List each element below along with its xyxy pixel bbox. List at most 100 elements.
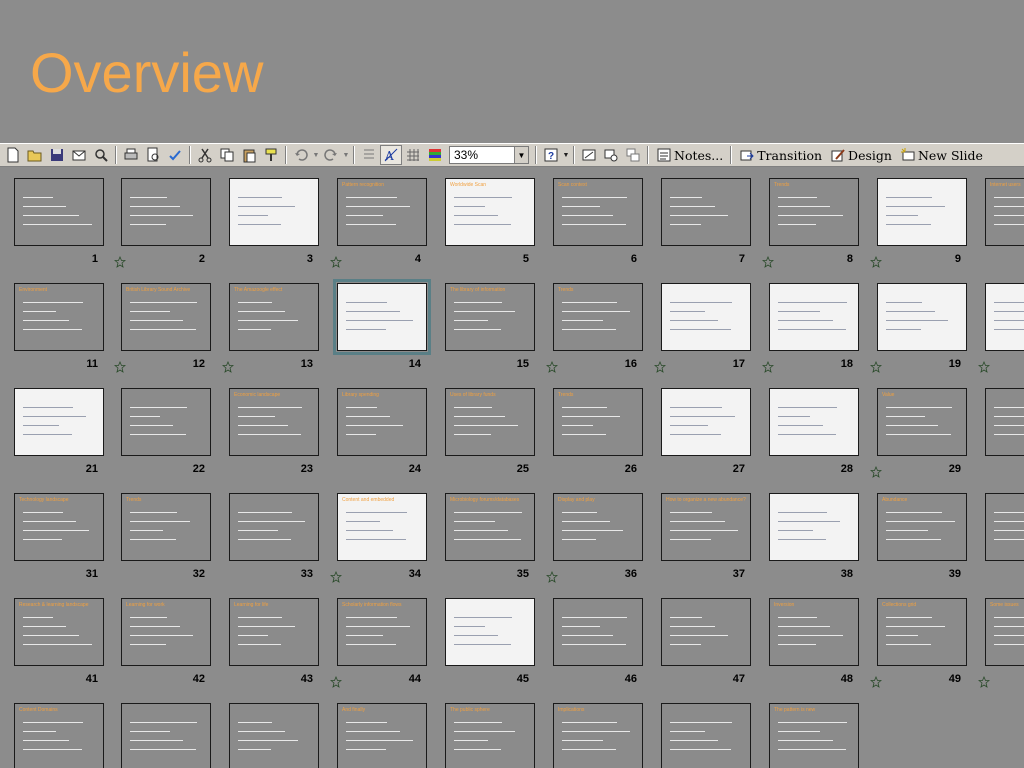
slide-thumbnail[interactable] [121, 703, 211, 768]
slide-thumbnail[interactable]: Trends [121, 493, 211, 561]
chevron-down-icon[interactable]: ▼ [514, 147, 528, 163]
slide-thumbnail[interactable]: Scholarly information flows [337, 598, 427, 666]
slide-thumbnail[interactable]: Technology landscape [14, 493, 104, 561]
slide-thumbnail[interactable] [661, 703, 751, 768]
slide-thumbnail[interactable]: Internet users [985, 178, 1024, 246]
transition-icon[interactable] [653, 360, 667, 373]
slide-thumbnail[interactable]: Trends [553, 388, 643, 456]
slide-thumbnail[interactable]: Inversion [769, 598, 859, 666]
slide-thumbnail[interactable]: Display and play [553, 493, 643, 561]
slide-thumbnail[interactable]: Library spending [337, 388, 427, 456]
slide-thumbnail[interactable]: Microbiology forums/databases [445, 493, 535, 561]
transition-icon[interactable] [113, 255, 127, 268]
slide-thumbnail[interactable]: Trends [553, 283, 643, 351]
open-folder-icon[interactable] [24, 145, 46, 165]
slide-thumbnail[interactable] [877, 178, 967, 246]
slide-thumbnail[interactable] [14, 178, 104, 246]
slide-thumbnail[interactable]: Abundance [877, 493, 967, 561]
zoom-select[interactable]: 33% ▼ [449, 146, 529, 164]
slide-thumbnail[interactable] [769, 493, 859, 561]
show-formatting-icon[interactable]: A [380, 145, 402, 165]
help-icon[interactable]: ? [540, 145, 562, 165]
transition-icon[interactable] [869, 360, 883, 373]
redo-dropdown-icon[interactable]: ▼ [342, 145, 350, 165]
slide-thumbnail[interactable]: The Amazoogle effect [229, 283, 319, 351]
slide-thumbnail[interactable]: Implications [553, 703, 643, 768]
summary-slide-icon[interactable] [622, 145, 644, 165]
transition-icon[interactable] [329, 675, 343, 688]
transition-icon[interactable] [869, 255, 883, 268]
transition-icon[interactable] [869, 465, 883, 478]
slide-thumbnail[interactable] [661, 283, 751, 351]
slide-thumbnail[interactable] [985, 388, 1024, 456]
slide-thumbnail[interactable] [661, 178, 751, 246]
slide-thumbnail[interactable] [661, 598, 751, 666]
slide-thumbnail[interactable]: Some issues [985, 598, 1024, 666]
slide-thumbnail[interactable] [121, 178, 211, 246]
format-painter-icon[interactable] [260, 145, 282, 165]
slide-thumbnail[interactable]: Scan context [553, 178, 643, 246]
paste-icon[interactable] [238, 145, 260, 165]
slide-thumbnail[interactable] [985, 493, 1024, 561]
transition-icon[interactable] [545, 360, 559, 373]
slide-thumbnail[interactable] [877, 283, 967, 351]
slide-thumbnail[interactable]: Trends [769, 178, 859, 246]
slide-thumbnail[interactable]: Worldwide Scan [445, 178, 535, 246]
email-icon[interactable] [68, 145, 90, 165]
slide-thumbnail[interactable]: Collections grid [877, 598, 967, 666]
transition-icon[interactable] [977, 675, 991, 688]
undo-dropdown-icon[interactable]: ▼ [312, 145, 320, 165]
grid-icon[interactable] [402, 145, 424, 165]
print-preview-icon[interactable] [142, 145, 164, 165]
redo-icon[interactable] [320, 145, 342, 165]
slide-thumbnail[interactable]: Content Domains [14, 703, 104, 768]
slide-thumbnail[interactable]: Uses of library funds [445, 388, 535, 456]
slide-thumbnail[interactable] [553, 598, 643, 666]
slide-thumbnail[interactable]: How to organize a new abundance? [661, 493, 751, 561]
transition-icon[interactable] [545, 570, 559, 583]
slide-thumbnail[interactable] [121, 388, 211, 456]
copy-icon[interactable] [216, 145, 238, 165]
color-grayscale-icon[interactable] [424, 145, 446, 165]
slide-thumbnail[interactable] [769, 388, 859, 456]
print-icon[interactable] [120, 145, 142, 165]
slide-thumbnail[interactable]: Content and embedded [337, 493, 427, 561]
transition-icon[interactable] [113, 360, 127, 373]
notes-button[interactable]: Notes... [652, 145, 727, 165]
slide-thumbnail[interactable]: The pattern is new [769, 703, 859, 768]
slide-thumbnail[interactable] [333, 279, 431, 355]
transition-icon[interactable] [329, 570, 343, 583]
slide-thumbnail[interactable] [661, 388, 751, 456]
slide-thumbnail[interactable]: The library of information [445, 283, 535, 351]
new-document-icon[interactable] [2, 145, 24, 165]
transition-icon[interactable] [221, 360, 235, 373]
slide-thumbnail[interactable] [229, 493, 319, 561]
slide-thumbnail[interactable] [445, 598, 535, 666]
slide-thumbnail[interactable]: Pattern recognition [337, 178, 427, 246]
expand-all-icon[interactable] [358, 145, 380, 165]
slide-thumbnail[interactable]: The public sphere [445, 703, 535, 768]
transition-icon[interactable] [761, 255, 775, 268]
transition-icon[interactable] [869, 675, 883, 688]
slide-thumbnail[interactable] [229, 178, 319, 246]
slide-thumbnail[interactable]: Research & learning landscape [14, 598, 104, 666]
transition-icon[interactable] [761, 360, 775, 373]
new-slide-button[interactable]: New Slide [896, 145, 987, 165]
slide-thumbnail[interactable] [985, 283, 1024, 351]
slide-thumbnail[interactable]: And finally [337, 703, 427, 768]
transition-icon[interactable] [977, 360, 991, 373]
slide-thumbnail[interactable] [229, 703, 319, 768]
spelling-icon[interactable] [164, 145, 186, 165]
design-button[interactable]: Design [826, 145, 896, 165]
slide-thumbnail[interactable]: Environment [14, 283, 104, 351]
hide-slide-icon[interactable] [578, 145, 600, 165]
save-icon[interactable] [46, 145, 68, 165]
cut-icon[interactable] [194, 145, 216, 165]
slide-thumbnail[interactable]: Learning for life [229, 598, 319, 666]
help-dropdown-icon[interactable]: ▼ [562, 145, 570, 165]
slide-thumbnail[interactable]: Economic landscape [229, 388, 319, 456]
transition-button[interactable]: Transition [735, 145, 826, 165]
slide-thumbnail[interactable] [14, 388, 104, 456]
search-icon[interactable] [90, 145, 112, 165]
slide-thumbnail[interactable] [769, 283, 859, 351]
